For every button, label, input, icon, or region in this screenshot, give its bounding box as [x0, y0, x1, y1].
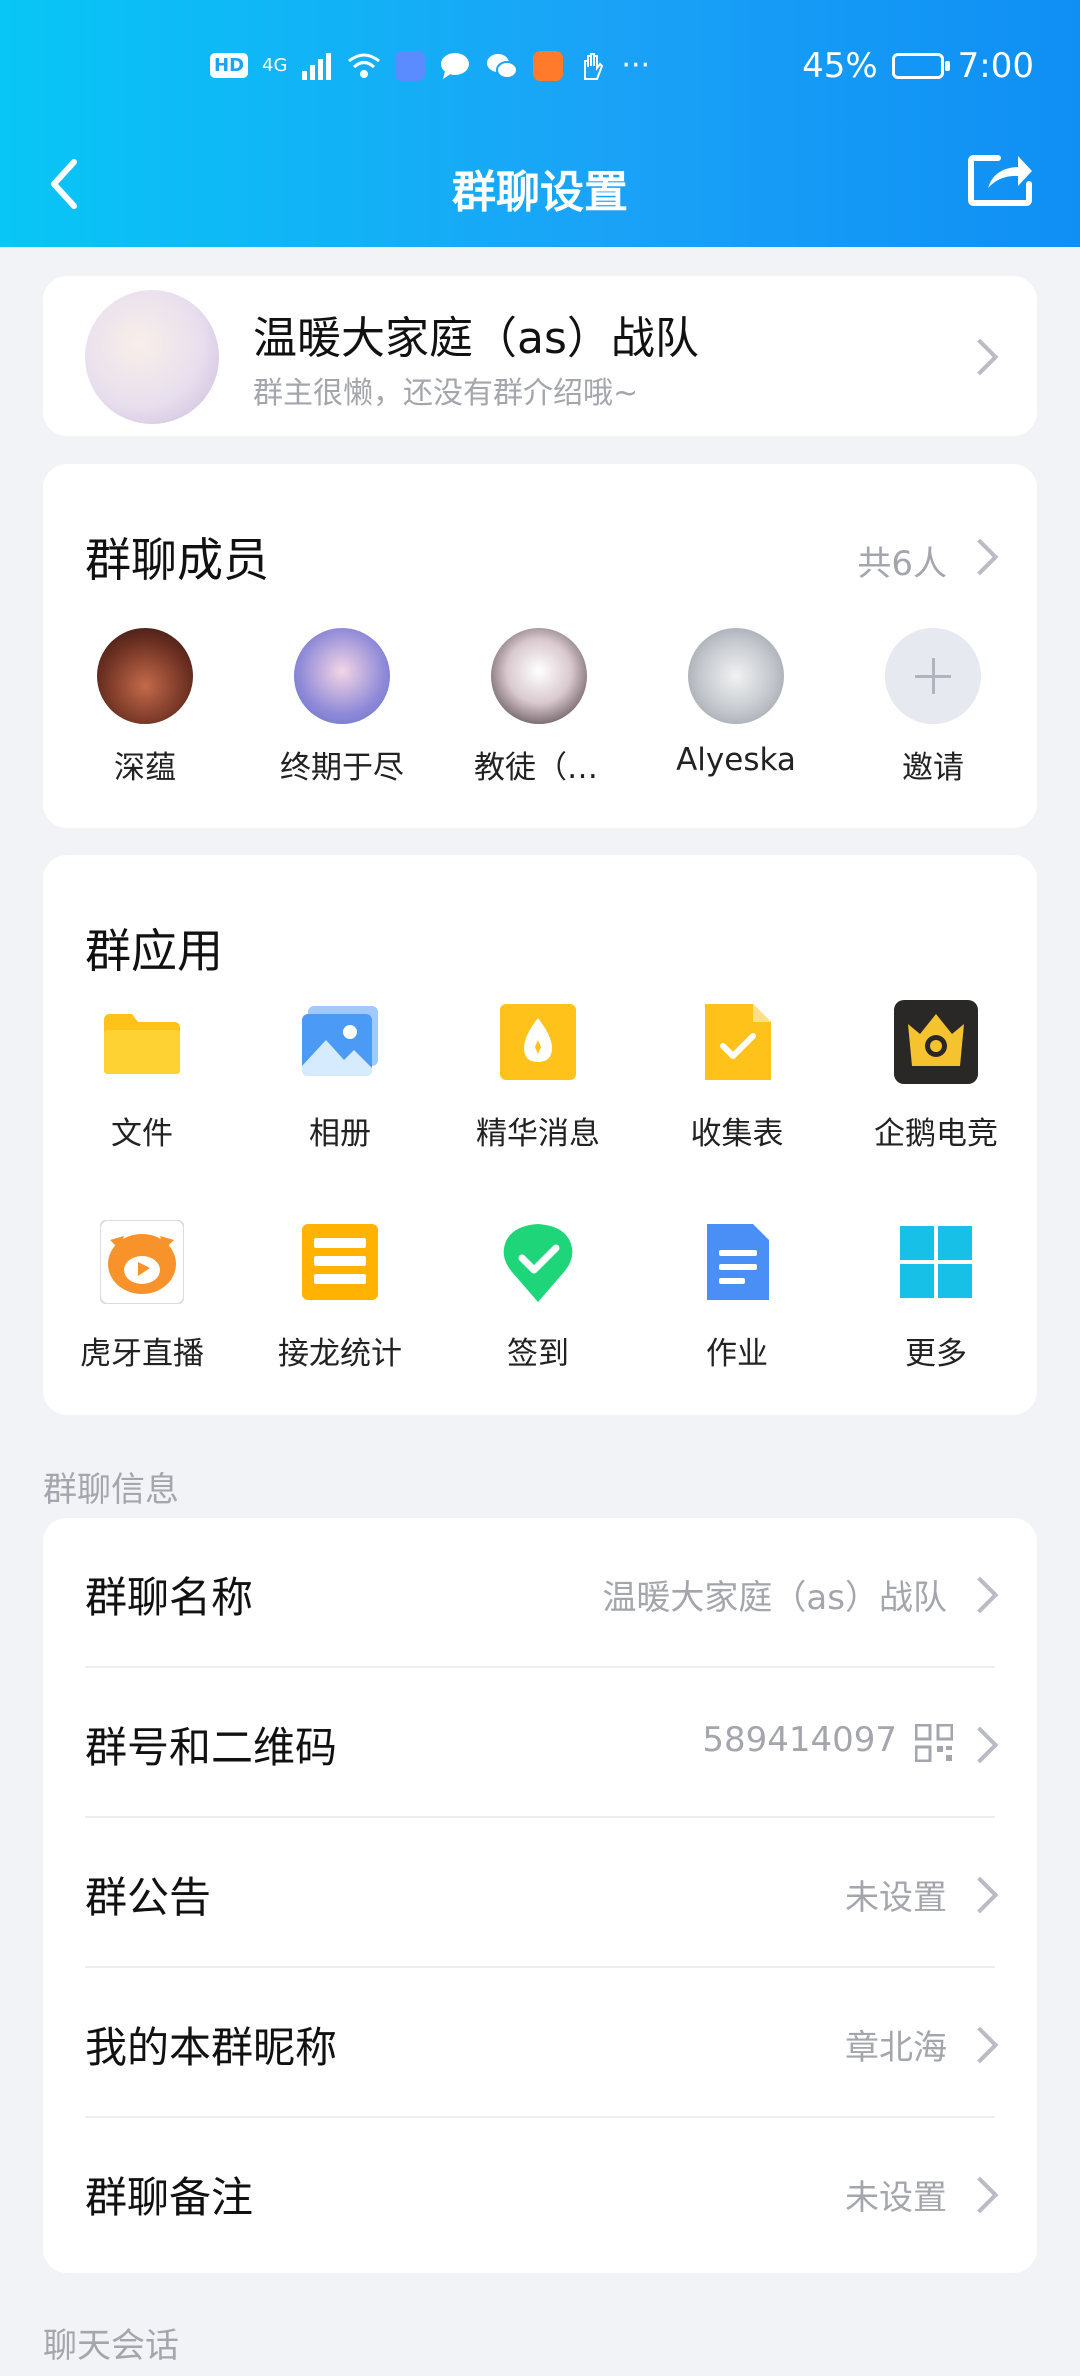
- checkin-icon: [503, 1224, 573, 1302]
- app-label: 相册: [309, 1116, 371, 1152]
- members-count[interactable]: 共6人: [857, 536, 947, 585]
- huya-icon: [99, 1219, 185, 1305]
- group-avatar: [85, 290, 219, 424]
- section-chat-session: 聊天会话: [43, 2326, 179, 2366]
- app-essence[interactable]: 精华消息: [453, 1000, 623, 1153]
- group-intro: 群主很懒，还没有群介绍哦~: [253, 376, 639, 411]
- avatar: [491, 628, 587, 724]
- row-value: 未设置: [845, 2178, 947, 2218]
- app-label: 更多: [905, 1336, 967, 1372]
- group-info-card: 群聊名称 温暖大家庭（as）战队 群号和二维码 589414097 群公告 未设…: [43, 1518, 1037, 2273]
- member-item[interactable]: 教徒（1…: [474, 628, 604, 787]
- status-icons: HD 4G ···: [210, 48, 650, 83]
- row-label: 群聊备注: [85, 2173, 254, 2222]
- row-my-nickname[interactable]: 我的本群昵称 章北海: [43, 1968, 1037, 2118]
- row-value: 章北海: [845, 2028, 947, 2068]
- avatar: [294, 628, 390, 724]
- chevron-right-icon: [961, 1876, 999, 1914]
- page-title: 群聊设置: [452, 167, 628, 218]
- folder-icon: [104, 1014, 180, 1074]
- app-label: 文件: [111, 1116, 173, 1152]
- app-label: 接龙统计: [278, 1336, 402, 1372]
- wechat-icon: [487, 53, 519, 79]
- esports-icon: [894, 1000, 978, 1084]
- network-label: 4G: [262, 55, 288, 76]
- row-announcement[interactable]: 群公告 未设置: [43, 1818, 1037, 1968]
- app-label: 精华消息: [476, 1116, 600, 1152]
- row-group-remark[interactable]: 群聊备注 未设置: [43, 2118, 1037, 2268]
- app-more[interactable]: 更多: [851, 1220, 1021, 1373]
- member-name: 深蕴: [114, 750, 176, 786]
- more-grid-icon: [900, 1226, 972, 1298]
- navigation-bar: 群聊设置: [0, 140, 1080, 220]
- chevron-right-icon: [961, 1576, 999, 1614]
- row-label: 群号和二维码: [85, 1723, 338, 1772]
- cloud-app-icon: [395, 50, 426, 81]
- app-label: 企鹅电竞: [874, 1116, 998, 1152]
- share-icon[interactable]: [968, 150, 1034, 206]
- form-icon: [705, 1004, 771, 1080]
- member-name: Alyeska: [676, 742, 796, 778]
- chevron-right-icon: [961, 338, 999, 376]
- chevron-right-icon: [961, 538, 999, 576]
- clock: 7:00: [957, 46, 1034, 86]
- invite-label: 邀请: [902, 750, 964, 786]
- chevron-right-icon: [961, 2176, 999, 2214]
- status-right: 45% 7:00: [802, 46, 1034, 86]
- battery-percent: 45%: [802, 46, 878, 86]
- message-icon: [441, 52, 470, 79]
- album-icon: [302, 1006, 378, 1076]
- app-label: 收集表: [690, 1116, 784, 1152]
- qr-code-icon: [915, 1724, 953, 1762]
- app-huya[interactable]: 虎牙直播: [57, 1219, 227, 1373]
- app-file[interactable]: 文件: [57, 1000, 227, 1153]
- chevron-right-icon: [961, 1726, 999, 1764]
- row-value: 未设置: [845, 1878, 947, 1918]
- app-album[interactable]: 相册: [255, 1000, 425, 1153]
- app-chain[interactable]: 接龙统计: [255, 1220, 425, 1373]
- row-label: 我的本群昵称: [85, 2023, 338, 2072]
- app-label: 虎牙直播: [80, 1336, 204, 1372]
- app-label: 作业: [706, 1336, 768, 1372]
- hd-icon: HD: [210, 53, 249, 78]
- member-item[interactable]: 终期于尽: [277, 628, 407, 787]
- battery-icon: [891, 53, 950, 79]
- chain-icon: [302, 1224, 378, 1300]
- group-profile-card[interactable]: 温暖大家庭（as）战队 群主很懒，还没有群介绍哦~: [43, 276, 1037, 436]
- add-icon: [885, 628, 981, 724]
- members-title: 群聊成员: [85, 533, 269, 587]
- hand-icon: [584, 52, 604, 80]
- more-status-icon: ···: [621, 48, 651, 83]
- member-name: 终期于尽: [280, 750, 404, 786]
- row-label: 群聊名称: [85, 1573, 254, 1622]
- avatar: [688, 628, 784, 724]
- row-value: 温暖大家庭（as）战队: [602, 1578, 947, 1618]
- homework-icon: [707, 1224, 769, 1300]
- top-header: HD 4G ··· 45% 7:00 群聊设置: [0, 0, 1080, 247]
- row-label: 群公告: [85, 1873, 212, 1922]
- app-form[interactable]: 收集表: [652, 1000, 822, 1153]
- row-value: 589414097: [702, 1720, 897, 1760]
- app-label: 签到: [507, 1336, 569, 1372]
- app-homework[interactable]: 作业: [652, 1220, 822, 1373]
- group-name: 温暖大家庭（as）战队: [253, 313, 699, 364]
- section-group-info: 群聊信息: [43, 1470, 179, 1510]
- chevron-right-icon: [961, 2026, 999, 2064]
- member-item[interactable]: Alyeska: [671, 628, 801, 778]
- app-esports[interactable]: 企鹅电竞: [851, 1000, 1021, 1153]
- member-item[interactable]: 深蕴: [80, 628, 210, 787]
- video-app-icon: [533, 50, 564, 81]
- avatar: [97, 628, 193, 724]
- wifi-icon: [348, 53, 381, 78]
- row-group-name[interactable]: 群聊名称 温暖大家庭（as）战队: [43, 1518, 1037, 1668]
- row-group-number-qr[interactable]: 群号和二维码 589414097: [43, 1668, 1037, 1818]
- member-name: 教徒（1…: [474, 750, 604, 786]
- status-bar: HD 4G ··· 45% 7:00: [0, 38, 1080, 98]
- app-checkin[interactable]: 签到: [453, 1220, 623, 1373]
- apps-title: 群应用: [85, 924, 223, 978]
- invite-member-button[interactable]: 邀请: [868, 628, 998, 787]
- signal-icon: [302, 52, 332, 80]
- essence-icon: [500, 1004, 576, 1080]
